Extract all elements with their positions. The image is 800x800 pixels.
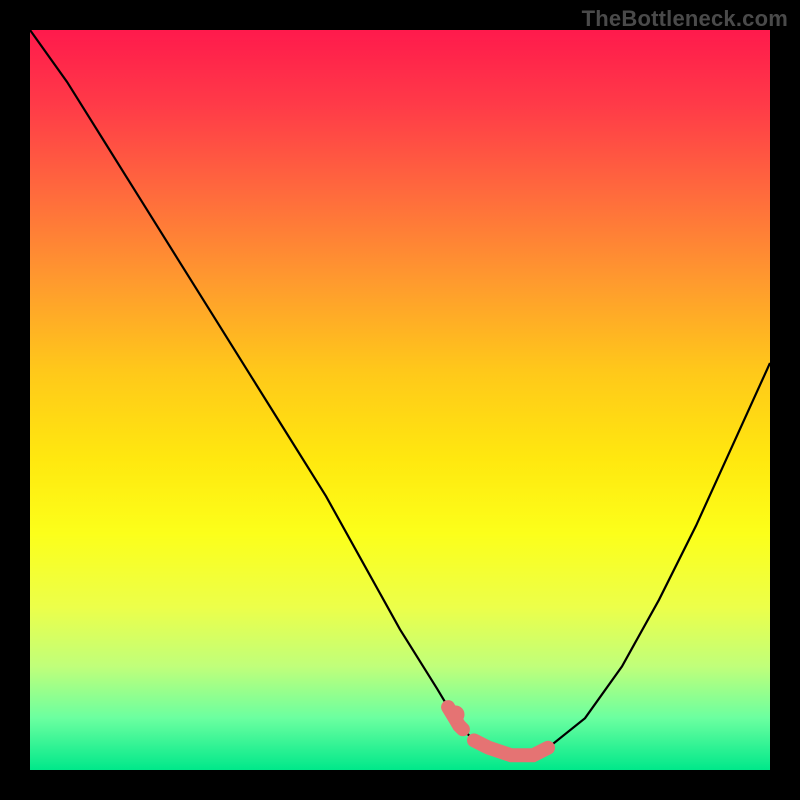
bottleneck-curve <box>30 30 770 755</box>
highlight-dot <box>447 706 465 724</box>
curve-layer <box>30 30 770 770</box>
plot-area <box>30 30 770 770</box>
watermark-text: TheBottleneck.com <box>582 6 788 32</box>
chart-frame: TheBottleneck.com <box>0 0 800 800</box>
highlight-segment-2 <box>474 740 548 755</box>
